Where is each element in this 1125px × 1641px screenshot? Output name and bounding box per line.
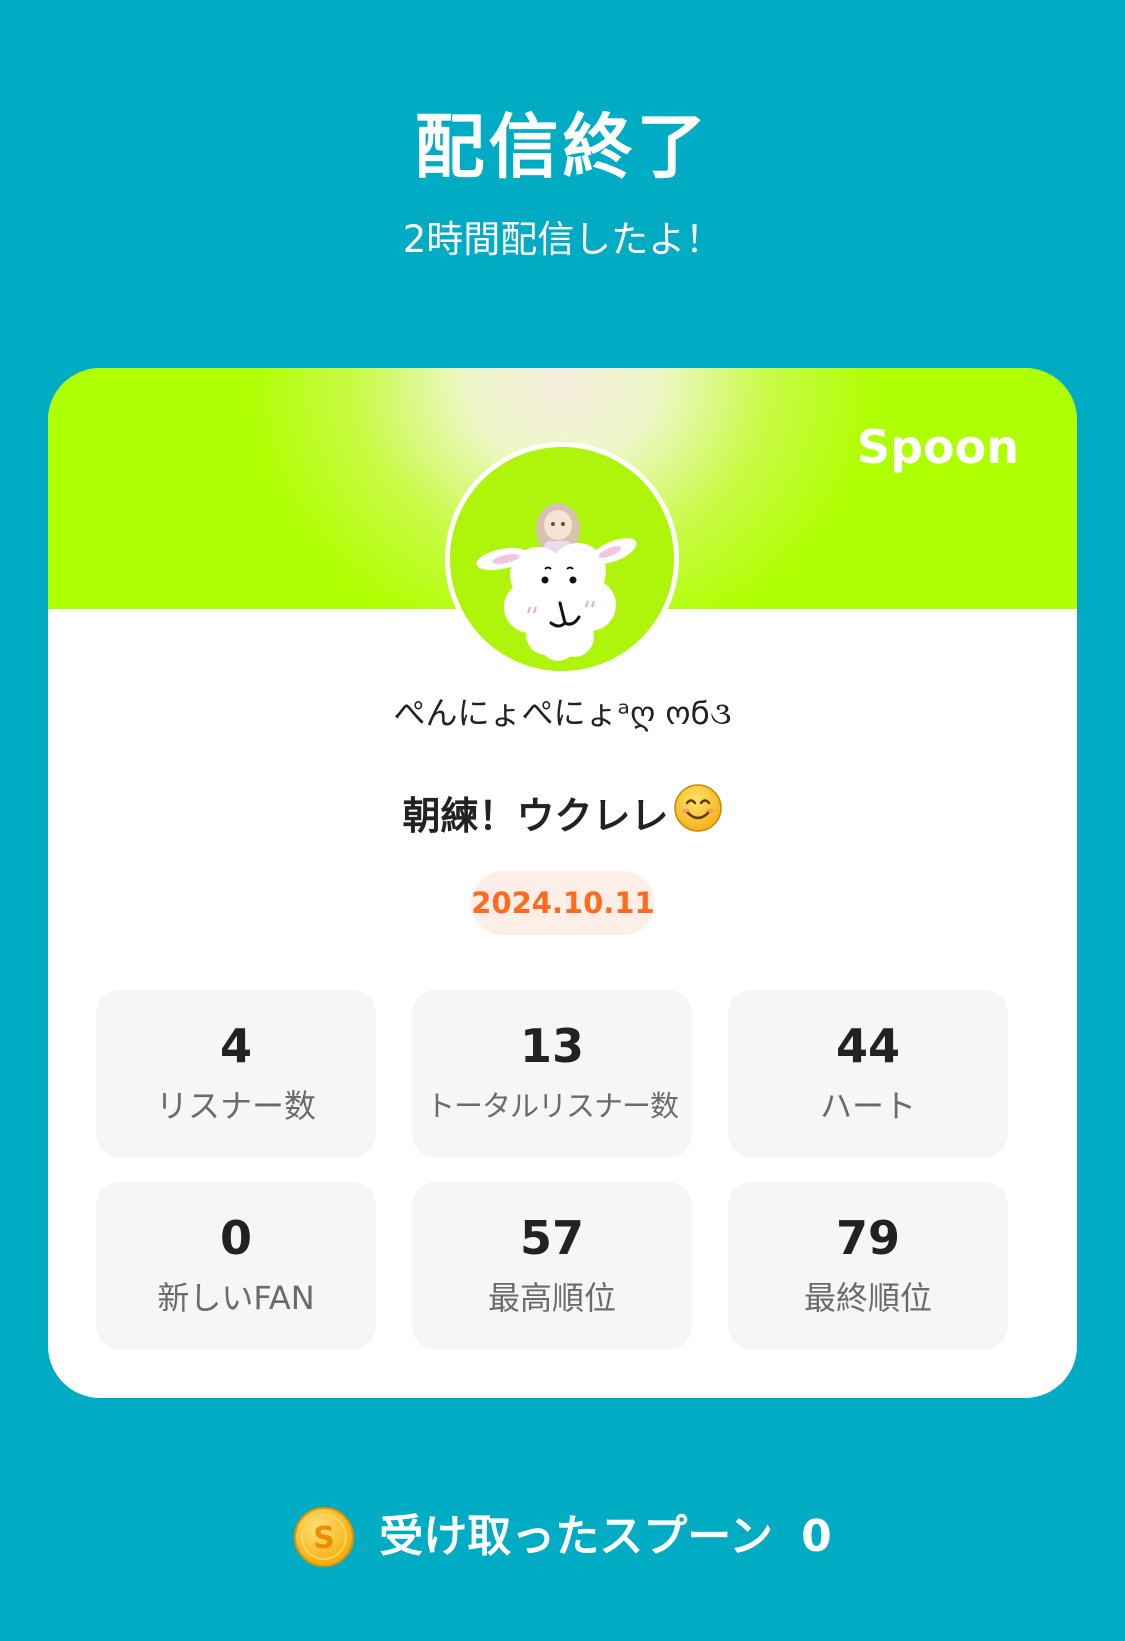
stat-label: トータルリスナー数	[425, 1089, 679, 1123]
spoon-logo: Spoon	[856, 420, 1019, 474]
stat-label: リスナー数	[155, 1087, 316, 1125]
page-title: 配信終了	[414, 106, 711, 188]
stat-value: 57	[519, 1211, 584, 1265]
stat-value: 79	[835, 1211, 900, 1265]
page-subtitle: 2時間配信したよ！	[402, 218, 723, 261]
stat-value: 44	[835, 1019, 900, 1073]
stat-highest-rank: 57 最高順位	[412, 1182, 692, 1350]
smiling-face-icon	[673, 783, 723, 848]
stream-title-line: 朝練！ウクレレ	[48, 783, 1077, 851]
date-badge: 2024.10.11	[471, 871, 655, 935]
stat-value: 13	[519, 1019, 584, 1073]
received-spoons-label: 受け取ったスプーン	[379, 1511, 774, 1562]
stat-value: 0	[219, 1211, 252, 1265]
avatar-ring	[445, 442, 679, 676]
stat-new-fans: 0 新しいFAN	[96, 1182, 376, 1350]
stat-label: 新しいFAN	[157, 1279, 315, 1317]
spoon-coin-icon: S	[294, 1507, 355, 1567]
stream-title: 朝練！ウクレレ	[402, 794, 669, 838]
stat-value: 4	[219, 1019, 252, 1073]
stat-final-rank: 79 最終順位	[728, 1182, 1008, 1350]
avatar	[450, 447, 674, 671]
stat-total-listeners: 13 トータルリスナー数	[412, 990, 692, 1158]
stat-label: ハート	[819, 1087, 916, 1125]
stat-label: 最高順位	[487, 1279, 616, 1317]
stat-label: 最終順位	[803, 1279, 932, 1317]
received-spoons-count: 0	[801, 1511, 832, 1562]
received-spoons-row: S 受け取ったスプーン 0	[0, 1502, 1125, 1572]
username: ぺんにょぺにょᵃღ ოϭ૩	[393, 694, 732, 732]
stat-listeners: 4 リスナー数	[96, 990, 376, 1158]
broadcast-summary-card: Spoon ぺんにょぺにょᵃღ ოϭ૩ 朝練！ウクレレ 2024.10.11 4…	[48, 368, 1077, 1398]
stat-hearts: 44 ハート	[728, 990, 1008, 1158]
svg-text:S: S	[313, 1521, 335, 1556]
sheep-avatar-illustration	[476, 503, 637, 661]
